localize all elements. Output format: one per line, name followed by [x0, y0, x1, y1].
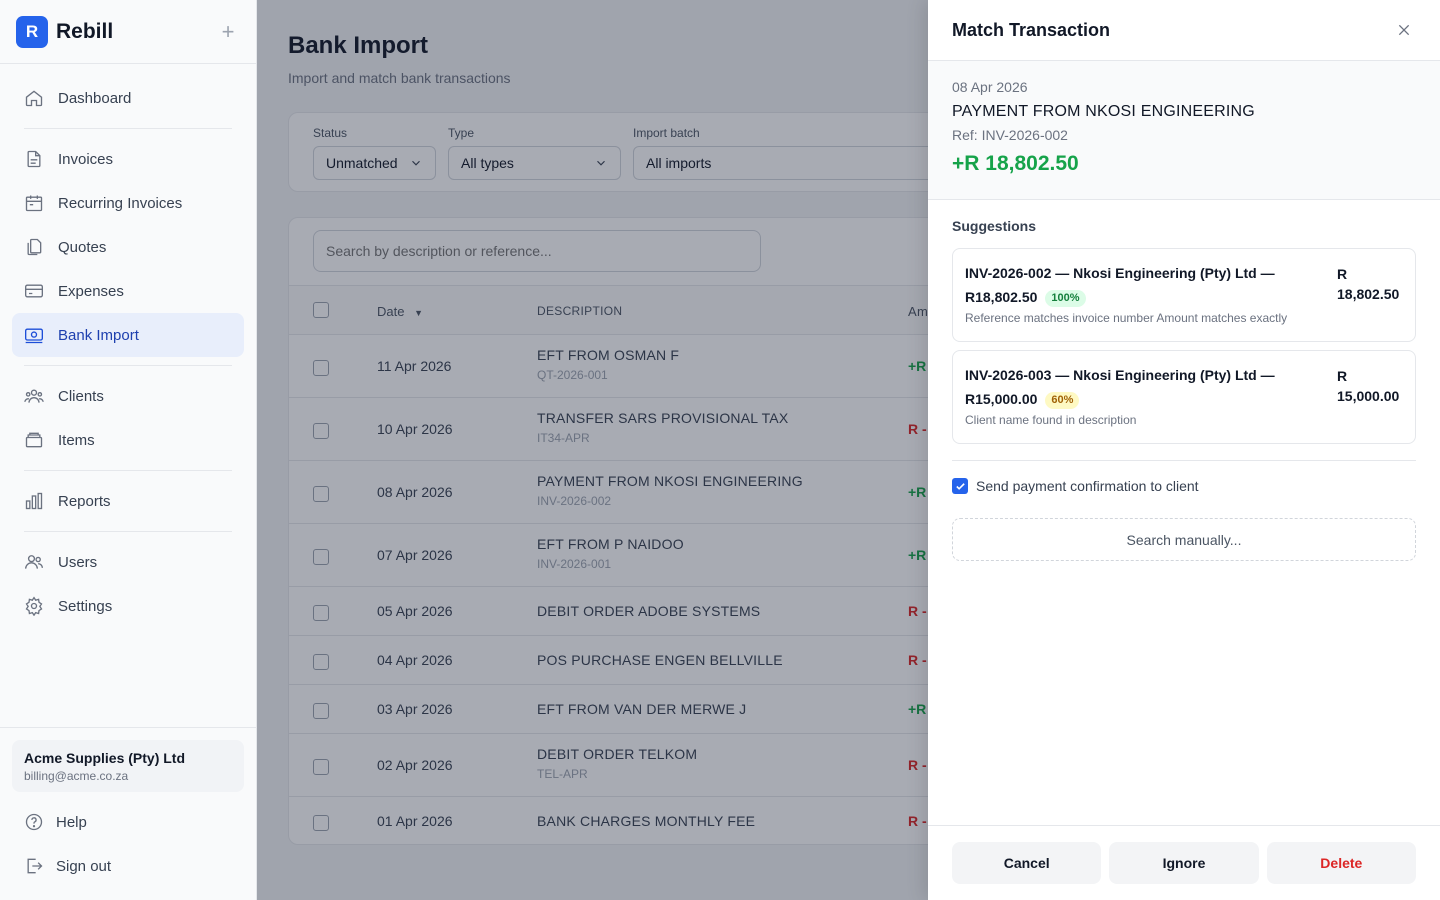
- file-icon: [27, 150, 41, 168]
- home-icon: [25, 90, 43, 107]
- sidebar-nav: Dashboard Invoices Recurring Invoices Qu…: [0, 64, 256, 628]
- sidebar-item-label: Bank Import: [58, 326, 139, 344]
- help-label: Help: [56, 813, 87, 831]
- transaction-date: 08 Apr 2026: [952, 79, 1028, 95]
- sign-out-icon: [27, 858, 43, 874]
- close-icon: [1398, 24, 1410, 36]
- divider: [24, 531, 232, 532]
- transaction-description: PAYMENT FROM NKOSI ENGINEERING: [952, 103, 1255, 120]
- brand-name[interactable]: Rebill: [56, 20, 113, 44]
- sidebar-item-label: Reports: [58, 492, 111, 510]
- suggestion-invoice: INV-2026-002 — Nkosi Engineering (Pty) L…: [965, 265, 1275, 281]
- account-email: billing@acme.co.za: [24, 769, 129, 783]
- close-button[interactable]: [1392, 18, 1416, 42]
- suggestion-reason: Client name found in description: [965, 413, 1137, 427]
- sidebar-item-label: Recurring Invoices: [58, 194, 183, 212]
- send-confirmation-checkbox[interactable]: [952, 478, 968, 494]
- divider: [24, 470, 232, 471]
- sidebar-item-recurring-invoices[interactable]: Recurring Invoices: [12, 181, 244, 225]
- sidebar: R Rebill + Dashboard Invoices Recurring …: [0, 0, 257, 900]
- sidebar-item-reports[interactable]: Reports: [12, 479, 244, 523]
- match-transaction-drawer: Match Transaction 08 Apr 2026 PAYMENT FR…: [928, 0, 1440, 900]
- confidence-badge: 60%: [1045, 392, 1080, 409]
- users-icon: [25, 555, 43, 569]
- confidence-badge: 100%: [1045, 290, 1086, 307]
- drawer-footer: Cancel Ignore Delete: [928, 825, 1440, 900]
- chart-icon: [25, 492, 43, 510]
- sidebar-item-bank-import[interactable]: Bank Import: [12, 313, 244, 357]
- sidebar-item-items[interactable]: Items: [12, 418, 244, 462]
- bank-icon: [25, 328, 43, 344]
- sidebar-item-invoices[interactable]: Invoices: [12, 137, 244, 181]
- copy-icon: [27, 238, 42, 256]
- sidebar-item-label: Expenses: [58, 282, 124, 300]
- amount-currency: R: [1337, 368, 1348, 384]
- box-icon: [25, 432, 43, 448]
- help-link[interactable]: Help: [12, 800, 244, 844]
- credit-card-icon: [25, 284, 43, 298]
- sidebar-item-label: Settings: [58, 597, 113, 615]
- divider: [24, 365, 232, 366]
- suggestion-title: INV-2026-003 — Nkosi Engineering (Pty) L…: [965, 363, 1305, 411]
- calendar-icon: [25, 195, 43, 212]
- amount-value: 18,802.50: [1337, 286, 1400, 302]
- account-name: Acme Supplies (Pty) Ltd: [24, 750, 186, 766]
- suggestion-card[interactable]: INV-2026-003 — Nkosi Engineering (Pty) L…: [952, 350, 1416, 444]
- gear-icon: [25, 596, 43, 616]
- sidebar-item-label: Clients: [58, 387, 104, 405]
- brand-header: R Rebill +: [0, 0, 256, 64]
- amount-value: 15,000.00: [1337, 388, 1400, 404]
- sidebar-item-settings[interactable]: Settings: [12, 584, 244, 628]
- suggestion-inline-amount: R18,802.50: [965, 289, 1038, 305]
- clients-icon: [24, 389, 44, 403]
- sidebar-item-quotes[interactable]: Quotes: [12, 225, 244, 269]
- checkmark-icon: [955, 482, 965, 490]
- sidebar-item-label: Dashboard: [58, 89, 132, 107]
- sidebar-footer: Acme Supplies (Pty) Ltd billing@acme.co.…: [0, 727, 256, 888]
- sign-out-label: Sign out: [56, 857, 112, 875]
- send-confirmation-label: Send payment confirmation to client: [976, 478, 1199, 494]
- help-icon: [25, 813, 43, 831]
- drawer-title: Match Transaction: [952, 19, 1111, 40]
- send-confirmation-option[interactable]: Send payment confirmation to client: [952, 478, 1416, 494]
- sidebar-item-label: Items: [58, 431, 95, 449]
- sidebar-item-expenses[interactable]: Expenses: [12, 269, 244, 313]
- drawer-body: Suggestions INV-2026-002 — Nkosi Enginee…: [928, 218, 1440, 561]
- sidebar-item-label: Quotes: [58, 238, 107, 256]
- ignore-button[interactable]: Ignore: [1109, 842, 1259, 884]
- transaction-summary: 08 Apr 2026 PAYMENT FROM NKOSI ENGINEERI…: [928, 61, 1440, 200]
- suggestion-amount: R 15,000.00: [1337, 366, 1399, 406]
- account-card[interactable]: Acme Supplies (Pty) Ltd billing@acme.co.…: [12, 740, 244, 792]
- divider: [24, 128, 232, 129]
- transaction-reference: Ref: INV-2026-002: [952, 127, 1068, 143]
- sidebar-item-dashboard[interactable]: Dashboard: [12, 76, 244, 120]
- plus-icon[interactable]: +: [216, 19, 240, 44]
- sign-out-link[interactable]: Sign out: [12, 844, 244, 888]
- suggestion-amount: R 18,802.50: [1337, 264, 1399, 304]
- transaction-amount: +R 18,802.50: [952, 152, 1079, 175]
- amount-currency: R: [1337, 266, 1348, 282]
- brand-logo[interactable]: R: [16, 15, 48, 48]
- suggestion-title: INV-2026-002 — Nkosi Engineering (Pty) L…: [965, 261, 1305, 309]
- suggestion-invoice: INV-2026-003 — Nkosi Engineering (Pty) L…: [965, 367, 1275, 383]
- suggestions-heading: Suggestions: [952, 218, 1037, 234]
- sidebar-item-label: Invoices: [58, 150, 114, 168]
- suggestion-inline-amount: R15,000.00: [965, 391, 1038, 407]
- cancel-button[interactable]: Cancel: [952, 842, 1102, 884]
- delete-button[interactable]: Delete: [1266, 842, 1416, 884]
- sidebar-item-users[interactable]: Users: [12, 540, 244, 584]
- suggestion-card[interactable]: INV-2026-002 — Nkosi Engineering (Pty) L…: [952, 248, 1416, 342]
- divider: [952, 460, 1416, 461]
- drawer-header: Match Transaction: [928, 0, 1440, 61]
- suggestion-reason: Reference matches invoice number Amount …: [965, 311, 1288, 325]
- sidebar-item-label: Users: [58, 553, 98, 571]
- search-manually-button[interactable]: Search manually...: [952, 518, 1416, 561]
- sidebar-item-clients[interactable]: Clients: [12, 374, 244, 418]
